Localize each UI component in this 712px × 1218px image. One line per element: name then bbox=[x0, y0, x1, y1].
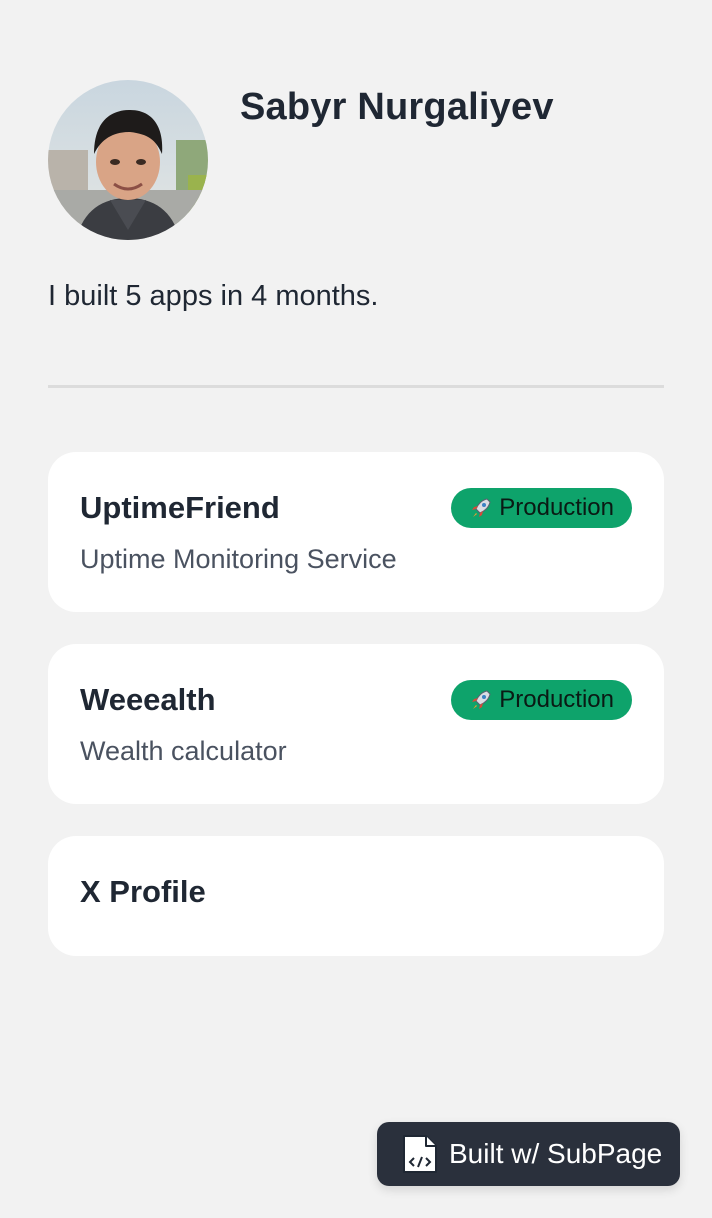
project-description: Wealth calculator bbox=[80, 736, 287, 766]
rocket-icon bbox=[472, 498, 491, 517]
status-badge: Production bbox=[451, 680, 632, 720]
built-with-subpage-button[interactable]: Built w/ SubPage bbox=[377, 1122, 680, 1186]
profile-bio: I built 5 apps in 4 months. bbox=[48, 280, 379, 312]
rocket-icon bbox=[472, 690, 491, 709]
profile-header: Sabyr Nurgaliyev bbox=[48, 80, 664, 240]
code-file-icon bbox=[403, 1135, 437, 1173]
status-badge-label: Production bbox=[499, 686, 614, 713]
project-title: UptimeFriend bbox=[80, 490, 280, 525]
status-badge: Production bbox=[451, 488, 632, 528]
built-with-label: Built w/ SubPage bbox=[449, 1138, 663, 1169]
project-description: Uptime Monitoring Service bbox=[80, 544, 397, 574]
divider bbox=[48, 385, 664, 388]
project-card-weeealth[interactable]: Weeealth Production Wealth calculator bbox=[48, 644, 664, 804]
avatar-photo bbox=[48, 80, 208, 240]
project-card-uptimefriend[interactable]: UptimeFriend Production Uptime Monitorin… bbox=[48, 452, 664, 612]
project-card-x-profile[interactable]: X Profile bbox=[48, 836, 664, 956]
profile-name: Sabyr Nurgaliyev bbox=[240, 86, 554, 128]
project-title: X Profile bbox=[80, 874, 206, 909]
project-title: Weeealth bbox=[80, 682, 216, 717]
status-badge-label: Production bbox=[499, 494, 614, 521]
avatar bbox=[48, 80, 208, 240]
